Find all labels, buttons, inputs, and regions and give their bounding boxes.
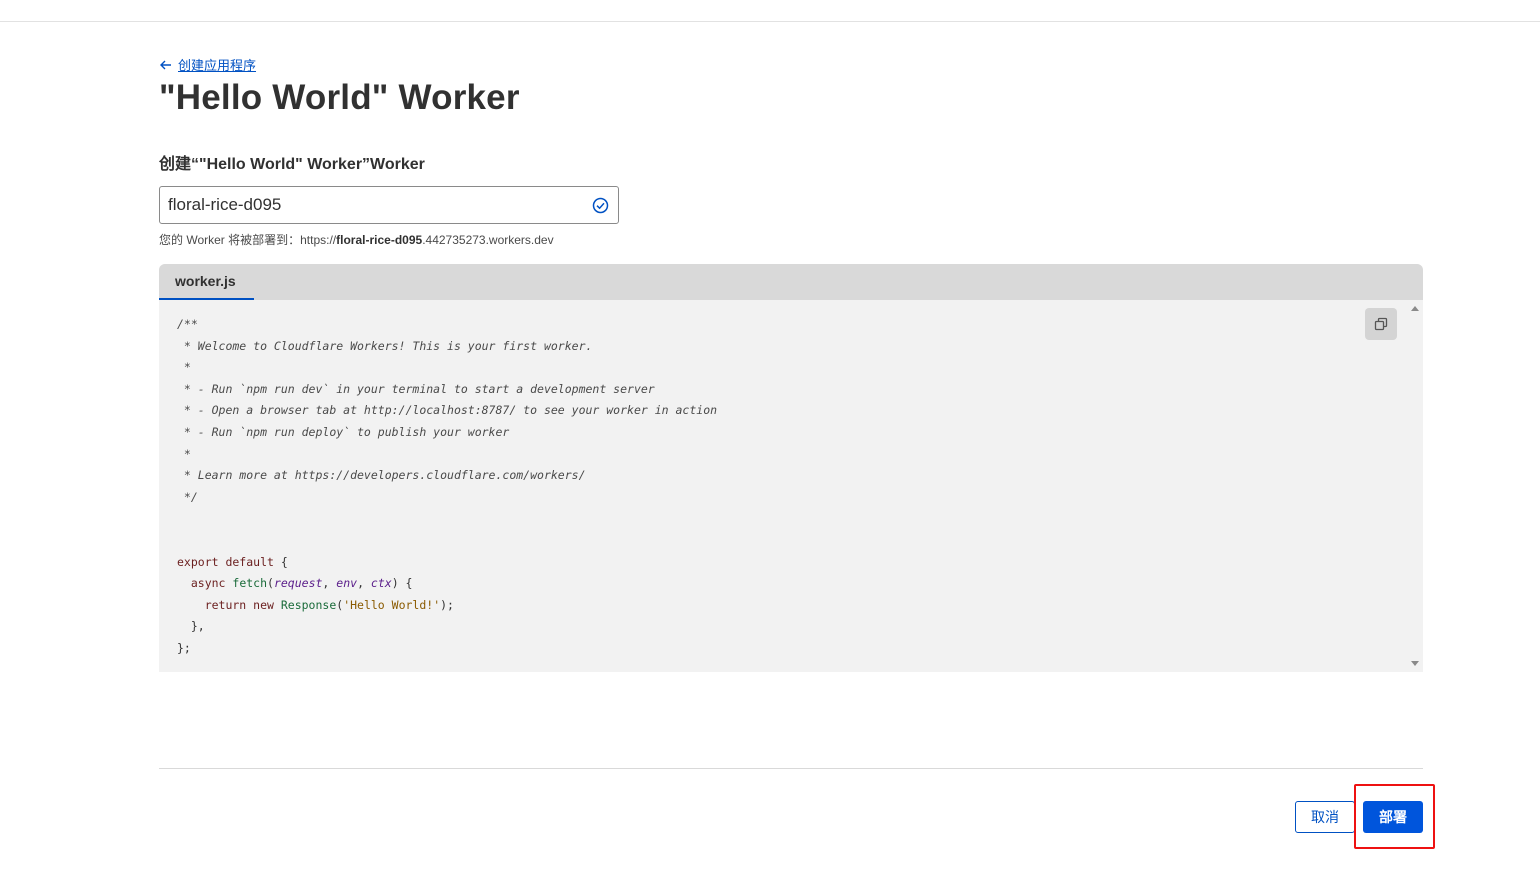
top-border: [0, 21, 1540, 22]
editor-scrollbar[interactable]: [1406, 300, 1423, 672]
page-title: "Hello World" Worker: [159, 78, 520, 117]
code-token-function: fetch: [232, 576, 268, 591]
code-token: (: [267, 576, 274, 591]
code-area[interactable]: /** * Welcome to Cloudflare Workers! Thi…: [159, 300, 1406, 672]
deploy-url-hint: 您的 Worker 将被部署到：https://floral-rice-d095…: [159, 231, 554, 248]
code-token-param: request: [273, 576, 323, 591]
tab-worker-js[interactable]: worker.js: [159, 264, 254, 300]
code-line: },: [177, 619, 205, 634]
code-line: * Welcome to Cloudflare Workers! This is…: [177, 338, 593, 353]
code-token: {: [273, 554, 288, 569]
code-line: * Learn more at https://developers.cloud…: [177, 468, 586, 483]
code-token: ,: [322, 576, 337, 591]
code-token-param: env: [336, 576, 358, 591]
deploy-button[interactable]: 部署: [1363, 801, 1423, 833]
back-link-label[interactable]: 创建应用程序: [178, 55, 256, 74]
code-token-class: Response: [280, 597, 337, 612]
arrow-left-icon: [160, 60, 171, 69]
copy-code-button[interactable]: [1365, 308, 1397, 340]
code-line: export default {: [177, 552, 1406, 574]
code-line: *: [177, 360, 191, 375]
cancel-button[interactable]: 取消: [1295, 801, 1355, 833]
code-token-keyword: async: [177, 576, 233, 591]
code-token: ,: [357, 576, 371, 591]
worker-name-input[interactable]: [160, 188, 580, 222]
code-token-keyword: export default: [177, 554, 274, 569]
copy-icon: [1374, 317, 1388, 331]
worker-name-field[interactable]: [159, 186, 619, 224]
code-line: * - Run `npm run dev` in your terminal t…: [177, 381, 655, 396]
back-link[interactable]: 创建应用程序: [159, 55, 256, 74]
code-token: );: [440, 597, 454, 612]
code-line: /**: [177, 317, 198, 331]
hint-suffix: .442735273.workers.dev: [422, 233, 554, 247]
scroll-down-icon[interactable]: [1411, 661, 1419, 666]
check-circle-icon: [592, 197, 609, 214]
code-line: * - Run `npm run deploy` to publish your…: [177, 424, 510, 439]
code-line: };: [177, 640, 191, 655]
code-token: ) {: [391, 576, 413, 591]
code-editor: worker.js /** * Welcome to Cloudflare Wo…: [159, 264, 1423, 672]
scroll-up-icon[interactable]: [1411, 306, 1419, 311]
code-line: return new Response('Hello World!');: [177, 595, 1406, 617]
hint-prefix: 您的 Worker 将被部署到：https://: [159, 233, 337, 247]
section-title: 创建“"Hello World" Worker”Worker: [159, 156, 425, 173]
footer-divider: [159, 768, 1423, 769]
code-line: *: [177, 446, 191, 461]
editor-tab-bar: worker.js: [159, 264, 1423, 300]
hint-worker-name: floral-rice-d095: [336, 233, 423, 247]
code-line: */: [177, 489, 198, 504]
code-token-string: 'Hello World!': [343, 597, 441, 612]
code-token-keyword: return new: [177, 597, 281, 612]
code-token-param: ctx: [370, 576, 392, 591]
code-line: * - Open a browser tab at http://localho…: [177, 403, 718, 418]
code-line: async fetch(request, env, ctx) {: [177, 573, 1406, 595]
